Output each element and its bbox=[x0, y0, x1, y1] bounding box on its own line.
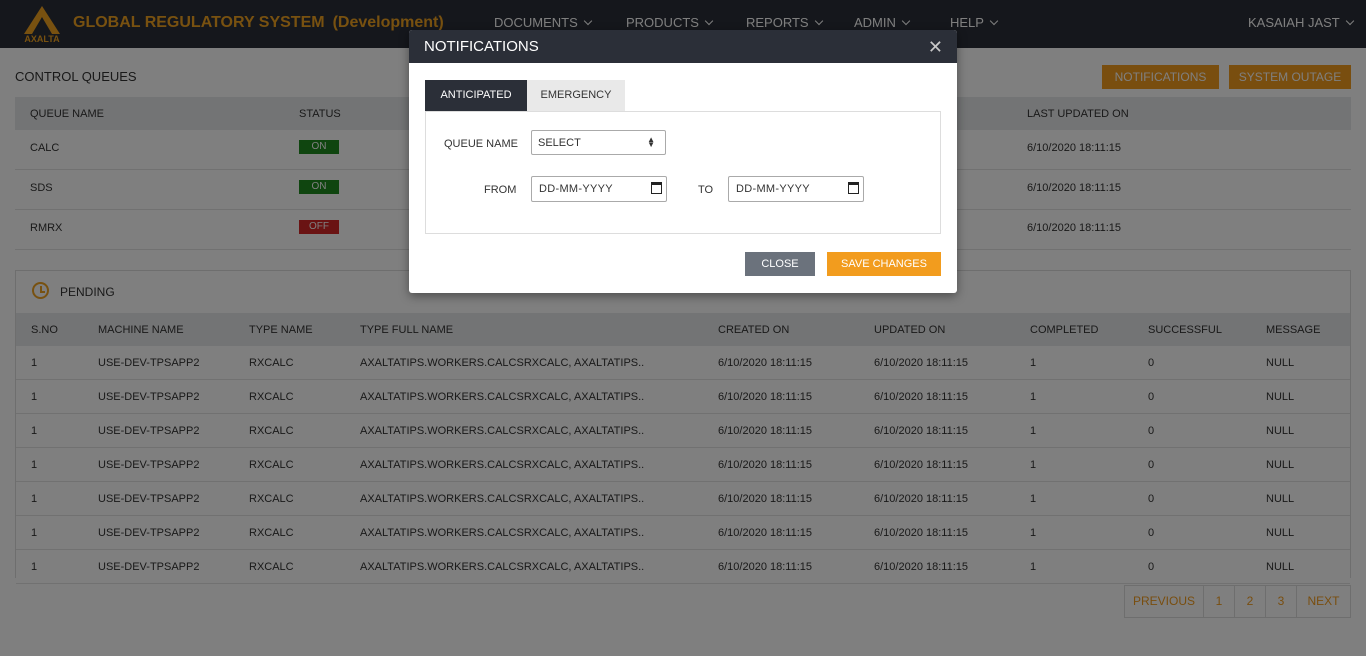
close-icon[interactable]: ✕ bbox=[928, 37, 943, 58]
from-label: FROM bbox=[484, 184, 517, 196]
to-date-input[interactable]: DD-MM-YYYY bbox=[728, 176, 864, 202]
close-button[interactable]: CLOSE bbox=[745, 252, 815, 276]
sort-arrows-icon: ▲ ▼ bbox=[647, 135, 655, 149]
modal-title: NOTIFICATIONS bbox=[424, 38, 539, 55]
modal-tabs: ANTICIPATED EMERGENCY bbox=[425, 80, 625, 111]
calendar-icon[interactable] bbox=[651, 182, 662, 194]
queue-name-select[interactable]: SELECT ▲ ▼ bbox=[531, 130, 666, 155]
tab-emergency[interactable]: EMERGENCY bbox=[527, 80, 625, 111]
modal-header: NOTIFICATIONS ✕ bbox=[409, 30, 957, 63]
save-changes-button[interactable]: SAVE CHANGES bbox=[827, 252, 941, 276]
calendar-icon[interactable] bbox=[848, 182, 859, 194]
from-date-input[interactable]: DD-MM-YYYY bbox=[531, 176, 667, 202]
queue-name-label: QUEUE NAME bbox=[444, 138, 518, 150]
tab-anticipated[interactable]: ANTICIPATED bbox=[425, 80, 527, 111]
to-label: TO bbox=[698, 184, 714, 196]
queue-select-value: SELECT bbox=[538, 137, 581, 149]
notifications-modal: NOTIFICATIONS ✕ ANTICIPATED EMERGENCY QU… bbox=[409, 30, 957, 293]
tab-panel: QUEUE NAME SELECT ▲ ▼ FROM DD-MM-YYYY TO … bbox=[425, 111, 941, 234]
from-date-value: DD-MM-YYYY bbox=[539, 183, 613, 195]
to-date-value: DD-MM-YYYY bbox=[736, 183, 810, 195]
